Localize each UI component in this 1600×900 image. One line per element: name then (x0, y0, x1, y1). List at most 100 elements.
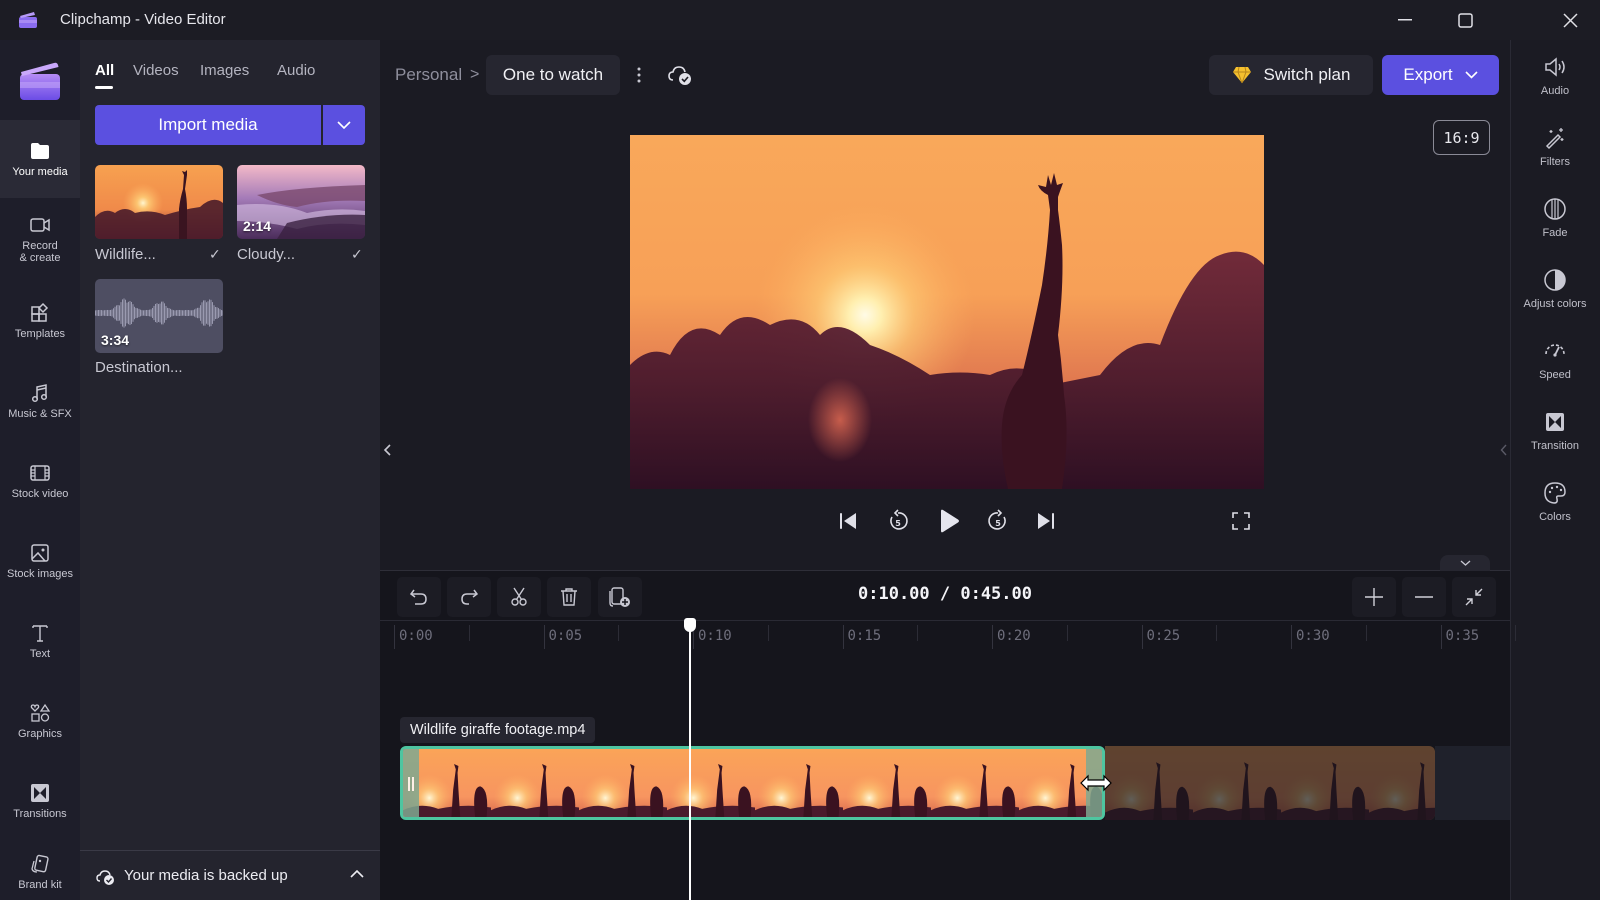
media-item-destination[interactable]: 3:34 (95, 279, 223, 353)
video-preview[interactable] (630, 135, 1264, 489)
rail-audio[interactable]: Audio (1510, 43, 1600, 109)
maximize-button[interactable] (1440, 0, 1490, 40)
magic-wand-icon (1545, 128, 1564, 150)
playhead-handle[interactable] (684, 618, 696, 632)
rail-fade[interactable]: Fade (1510, 185, 1600, 251)
nav-transitions[interactable]: Transitions (0, 762, 80, 840)
nav-text[interactable]: Text (0, 602, 80, 680)
skip-to-end-button[interactable] (1030, 505, 1062, 537)
more-options-button[interactable] (629, 62, 649, 88)
track-empty-area (1435, 746, 1510, 820)
nav-stock-video[interactable]: Stock video (0, 442, 80, 520)
media-duration: 3:34 (101, 332, 130, 348)
nav-label: Graphics (17, 728, 63, 740)
chevron-down-icon (337, 121, 351, 129)
text-icon (32, 625, 48, 642)
timecode-display: 0:10.00 / 0:45.00 (858, 584, 1032, 604)
nav-music-sfx[interactable]: Music & SFX (0, 362, 80, 440)
clip-filmstrip (403, 749, 1102, 817)
clip-trim-handle-left[interactable] (403, 749, 419, 817)
tab-videos[interactable]: Videos (133, 62, 179, 79)
skip-back-icon (840, 513, 856, 529)
collapse-properties-button[interactable] (1496, 425, 1510, 475)
nav-stock-images[interactable]: Stock images (0, 522, 80, 600)
rail-adjust-colors[interactable]: Adjust colors (1510, 256, 1600, 322)
media-item-cloudy[interactable]: 2:14 (237, 165, 365, 239)
zoom-out-button[interactable] (1402, 577, 1446, 617)
undo-icon (409, 589, 427, 605)
aspect-ratio-button[interactable]: 16:9 (1433, 120, 1490, 155)
delete-button[interactable] (547, 577, 591, 617)
nav-graphics[interactable]: Graphics (0, 682, 80, 760)
media-item-label: Destination... (95, 359, 183, 376)
transition-icon (1546, 413, 1564, 431)
ruler-tick (1440, 625, 1442, 649)
media-item-label: Wildlife... (95, 246, 156, 263)
close-icon (1562, 12, 1578, 28)
skip-seconds-label: 5 (895, 519, 901, 528)
project-name-field[interactable]: One to watch (486, 55, 620, 95)
ruler-label: 0:00 (399, 628, 433, 644)
skip-to-start-button[interactable] (832, 505, 864, 537)
active-tab-indicator (95, 86, 113, 89)
cloud-sync-button[interactable] (667, 62, 693, 88)
skip-forward-icon (1038, 513, 1054, 529)
rail-label: Adjust colors (1523, 298, 1587, 310)
backup-expand-button[interactable] (350, 870, 364, 878)
maximize-icon (1457, 12, 1473, 28)
nav-templates[interactable]: Templates (0, 282, 80, 360)
forward-5s-button[interactable]: 5 (982, 505, 1014, 537)
redo-button[interactable] (447, 577, 491, 617)
ruler-tick (394, 625, 395, 649)
rail-speed[interactable]: Speed (1510, 327, 1600, 393)
breadcrumb-personal[interactable]: Personal (395, 65, 462, 85)
playhead[interactable] (689, 625, 691, 900)
image-icon (31, 544, 49, 562)
rewind-5s-button[interactable]: 5 (882, 505, 914, 537)
import-options-dropdown[interactable] (323, 105, 365, 145)
rail-colors[interactable]: Colors (1510, 469, 1600, 535)
forward-5-icon: 5 (988, 509, 1006, 530)
zoom-in-button[interactable] (1352, 577, 1396, 617)
split-button[interactable] (497, 577, 541, 617)
nav-label: Record & create (19, 240, 61, 264)
import-media-button[interactable]: Import media (95, 105, 321, 145)
nav-label: Your media (12, 166, 68, 178)
breadcrumb-separator: > (470, 66, 480, 83)
zoom-to-fit-button[interactable] (1452, 577, 1496, 617)
ruler-tick-minor (917, 625, 919, 641)
media-item-wildlife[interactable] (95, 165, 223, 239)
switch-plan-button[interactable]: Switch plan (1209, 55, 1373, 95)
rail-transition[interactable]: Transition (1510, 398, 1600, 464)
ruler-tick-minor (618, 625, 620, 641)
chevron-down-icon (1464, 71, 1478, 79)
play-button[interactable] (933, 505, 965, 537)
ruler-tick-minor (1216, 625, 1218, 641)
nav-label: Text (29, 648, 51, 660)
plus-icon (1365, 588, 1383, 606)
rail-filters[interactable]: Filters (1510, 114, 1600, 180)
tab-all[interactable]: All (95, 62, 114, 79)
camera-icon (30, 218, 50, 232)
video-clip[interactable] (400, 746, 1105, 820)
fullscreen-button[interactable] (1225, 505, 1257, 537)
export-button[interactable]: Export (1382, 55, 1499, 95)
film-icon (30, 465, 50, 481)
nav-your-media[interactable]: Your media (0, 120, 80, 198)
collapse-media-panel-button[interactable] (380, 425, 394, 475)
minimize-arrows-icon (1465, 588, 1483, 606)
timeline-collapse-button[interactable] (1440, 555, 1490, 571)
nav-brand-kit[interactable]: Brand kit (0, 842, 80, 900)
tab-images[interactable]: Images (200, 62, 249, 79)
chevron-down-icon (1460, 560, 1470, 566)
nav-label: Music & SFX (8, 408, 72, 420)
ruler-tick-minor (1515, 625, 1517, 641)
close-button[interactable] (1545, 0, 1595, 40)
tab-audio[interactable]: Audio (277, 62, 315, 79)
fullscreen-icon (1232, 512, 1250, 530)
add-to-timeline-button[interactable] (598, 577, 642, 617)
undo-button[interactable] (397, 577, 441, 617)
minimize-button[interactable] (1380, 0, 1430, 40)
nav-record-create[interactable]: Record & create (0, 200, 80, 278)
speaker-icon (1545, 57, 1565, 77)
